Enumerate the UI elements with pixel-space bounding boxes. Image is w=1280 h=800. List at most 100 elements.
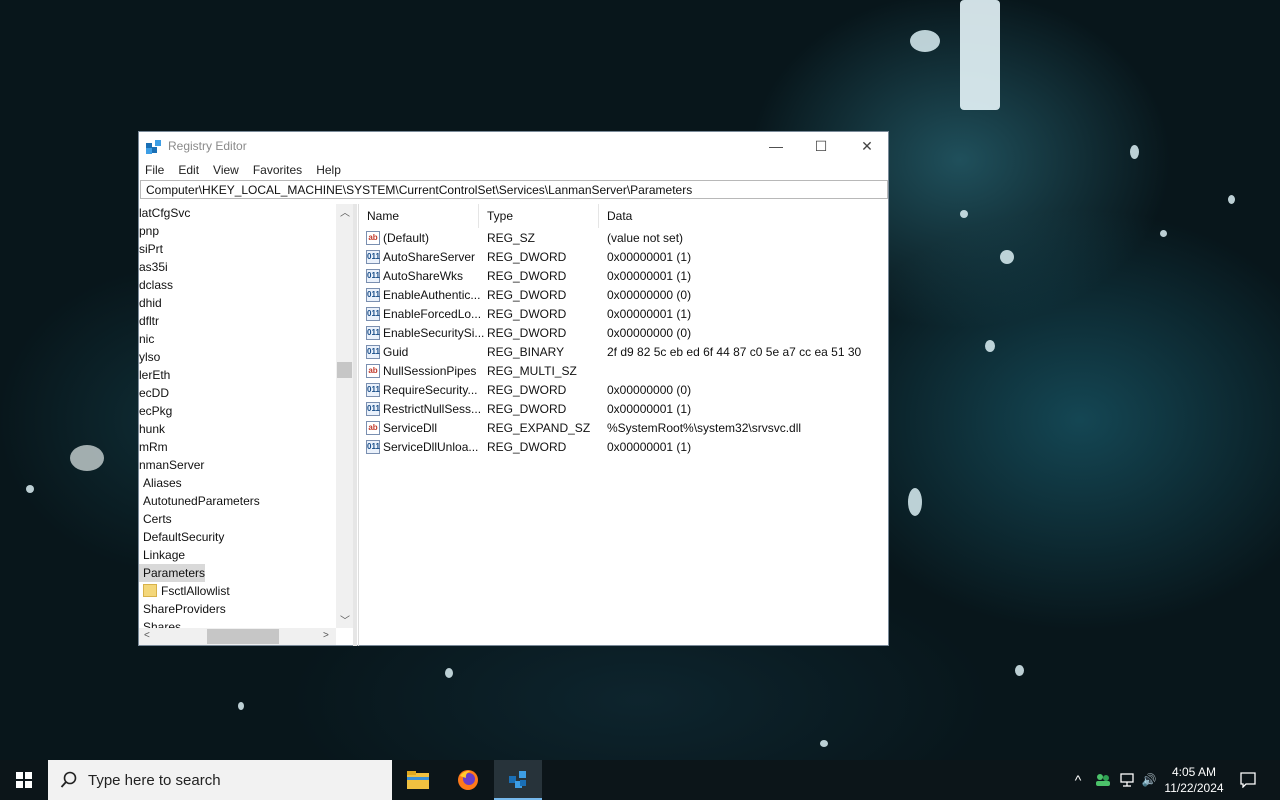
value-name: ServiceDll: [383, 421, 438, 435]
scroll-up-icon[interactable]: ︿: [340, 204, 350, 219]
notification-icon: [1240, 772, 1256, 788]
tree-horizontal-scrollbar[interactable]: < >: [139, 628, 336, 645]
value-name: AutoShareServer: [383, 250, 476, 264]
taskbar-firefox[interactable]: [444, 760, 492, 800]
value-row[interactable]: 011 AutoShareServer REG_DWORD 0x00000001 (1…: [359, 248, 889, 267]
tree-item-label: lerEth: [139, 368, 171, 382]
value-row[interactable]: 011 RequireSecurity... REG_DWORD 0x00000000…: [359, 381, 889, 400]
taskbar-search-box[interactable]: Type here to search: [48, 760, 392, 800]
value-data: (value not set): [607, 231, 684, 245]
tree-item[interactable]: Certs: [139, 510, 172, 528]
tree-item[interactable]: Aliases: [139, 474, 182, 492]
address-bar[interactable]: Computer\HKEY_LOCAL_MACHINE\SYSTEM\Curre…: [140, 180, 888, 199]
tree-vertical-scrollbar[interactable]: ︿ ﹀: [336, 204, 353, 628]
menu-view[interactable]: View: [213, 163, 239, 177]
value-row[interactable]: 011 Guid REG_BINARY 2f d9 82 5c eb ed 6f 44…: [359, 343, 889, 362]
tree-item[interactable]: nic: [139, 330, 154, 348]
chevron-up-icon: ^: [1074, 772, 1082, 788]
value-data: 0x00000000 (0): [607, 383, 692, 397]
tree-item[interactable]: siPrt: [139, 240, 163, 258]
tree-item[interactable]: dfltr: [139, 312, 159, 330]
clock-time: 4:05 AM: [1171, 765, 1217, 779]
menu-help[interactable]: Help: [316, 163, 341, 177]
network-icon: [1120, 773, 1134, 787]
value-type: REG_DWORD: [487, 383, 567, 397]
tree-item[interactable]: Parameters: [139, 564, 206, 582]
value-name: (Default): [383, 231, 430, 245]
tree-vertical-scroll-thumb[interactable]: [337, 362, 352, 378]
tree-item[interactable]: dclass: [139, 276, 173, 294]
value-data: 2f d9 82 5c eb ed 6f 44 87 c0 5e a7 cc e…: [607, 345, 862, 359]
value-row[interactable]: 011 EnableForcedLo... REG_DWORD 0x00000001 …: [359, 305, 889, 324]
value-row[interactable]: ab ServiceDll REG_EXPAND_SZ %SystemRoot%\sy…: [359, 419, 889, 438]
tree-item[interactable]: lerEth: [139, 366, 170, 384]
column-header-name[interactable]: Name: [359, 204, 479, 228]
tree-item[interactable]: nmanServer: [139, 456, 204, 474]
menu-edit[interactable]: Edit: [178, 163, 199, 177]
pane-splitter[interactable]: [353, 204, 357, 646]
tree-item[interactable]: mRm: [139, 438, 168, 456]
title-bar[interactable]: Registry Editor — ☐ ✕: [139, 132, 888, 160]
scroll-down-icon[interactable]: ﹀: [340, 612, 350, 627]
tree-item-label: dclass: [139, 278, 174, 292]
scroll-right-icon[interactable]: >: [323, 630, 329, 641]
tree-item[interactable]: ShareProviders: [139, 600, 226, 618]
taskbar-registry-editor[interactable]: [494, 760, 542, 800]
string-value-icon: ab: [366, 364, 380, 378]
address-text: Computer\HKEY_LOCAL_MACHINE\SYSTEM\Curre…: [146, 182, 693, 197]
taskbar-clock[interactable]: 4:05 AM 11/22/2024: [1158, 760, 1230, 800]
value-row[interactable]: ab (Default) REG_SZ (value not set): [359, 229, 889, 248]
value-data: 0x00000001 (1): [607, 269, 692, 283]
tree-item[interactable]: ecDD: [139, 384, 169, 402]
value-data: 0x00000001 (1): [607, 402, 692, 416]
menu-file[interactable]: File: [145, 163, 164, 177]
column-header-type[interactable]: Type: [479, 204, 599, 228]
tree-item-label: AutotunedParameters: [143, 494, 260, 508]
binary-value-icon: 011: [366, 326, 380, 340]
value-type: REG_DWORD: [487, 326, 567, 340]
minimize-button[interactable]: —: [753, 132, 799, 160]
folder-icon: [143, 584, 157, 597]
tree-item[interactable]: as35i: [139, 258, 168, 276]
tree-item[interactable]: ylso: [139, 348, 160, 366]
value-row[interactable]: 011 EnableAuthentic... REG_DWORD 0x00000000…: [359, 286, 889, 305]
taskbar-file-explorer[interactable]: [394, 760, 442, 800]
clock-date: 11/22/2024: [1164, 781, 1224, 795]
scroll-left-icon[interactable]: <: [144, 630, 150, 641]
value-row[interactable]: 011 ServiceDllUnloa... REG_DWORD 0x00000001…: [359, 438, 889, 457]
tree-item-label: pnp: [139, 224, 160, 238]
show-hidden-icons-button[interactable]: ^: [1068, 760, 1088, 800]
tree-item-label: mRm: [139, 440, 168, 454]
value-type: REG_DWORD: [487, 440, 567, 454]
value-type: REG_DWORD: [487, 288, 567, 302]
tray-volume-icon[interactable]: 🔊: [1138, 760, 1160, 800]
tray-people-icon[interactable]: [1092, 760, 1114, 800]
menu-favorites[interactable]: Favorites: [253, 163, 302, 177]
tree-item[interactable]: hunk: [139, 420, 165, 438]
tree-item[interactable]: DefaultSecurity: [139, 528, 224, 546]
notification-center-button[interactable]: [1232, 760, 1264, 800]
tree-item[interactable]: pnp: [139, 222, 159, 240]
value-row[interactable]: ab NullSessionPipes REG_MULTI_SZ: [359, 362, 889, 381]
close-button[interactable]: ✕: [844, 132, 890, 160]
maximize-button[interactable]: ☐: [798, 132, 844, 160]
tree-item[interactable]: Linkage: [139, 546, 185, 564]
start-button[interactable]: [0, 760, 48, 800]
value-name: EnableAuthentic...: [383, 288, 481, 302]
value-row[interactable]: 011 EnableSecuritySi... REG_DWORD 0x0000000…: [359, 324, 889, 343]
tree-item[interactable]: ecPkg: [139, 402, 172, 420]
tree-horizontal-scroll-thumb[interactable]: [207, 629, 279, 644]
value-row[interactable]: 011 RestrictNullSess... REG_DWORD 0x0000000…: [359, 400, 889, 419]
tree-item[interactable]: dhid: [139, 294, 162, 312]
tray-network-icon[interactable]: [1116, 760, 1138, 800]
tree-item-label: Certs: [143, 512, 172, 526]
tree-item[interactable]: FsctlAllowlist: [139, 582, 230, 600]
tree-item-label: ylso: [139, 350, 161, 364]
tree-item[interactable]: AutotunedParameters: [139, 492, 260, 510]
tree-item[interactable]: latCfgSvc: [139, 204, 190, 222]
value-data: 0x00000001 (1): [607, 250, 692, 264]
binary-value-icon: 011: [366, 440, 380, 454]
column-header-data[interactable]: Data: [599, 204, 889, 228]
binary-value-icon: 011: [366, 383, 380, 397]
value-row[interactable]: 011 AutoShareWks REG_DWORD 0x00000001 (1): [359, 267, 889, 286]
